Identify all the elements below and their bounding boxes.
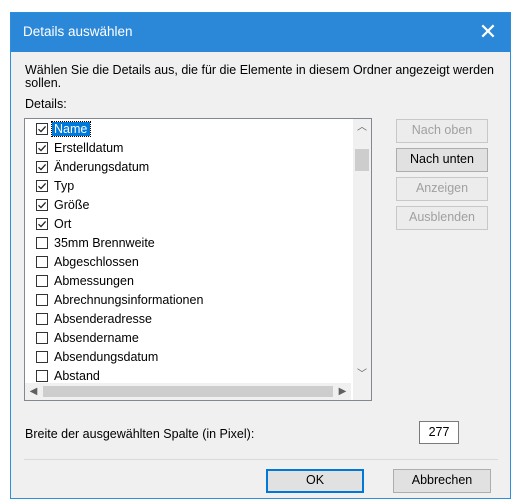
vertical-scrollbar[interactable]: ︿ ﹀ (353, 119, 371, 383)
details-list-item[interactable]: Abgeschlossen (25, 253, 351, 272)
details-listbox[interactable]: Name Erstelldatum Änderungsdatum Typ Größe Or… (24, 118, 372, 401)
move-down-button[interactable]: Nach unten (396, 148, 488, 172)
checkbox[interactable] (36, 313, 48, 325)
details-list-item[interactable]: Abstand (25, 367, 351, 383)
details-item-label: Größe (54, 198, 90, 212)
details-list: Name Erstelldatum Änderungsdatum Typ Größe Or… (25, 119, 351, 383)
horizontal-scrollbar[interactable]: ◀ ▶ (25, 383, 351, 400)
checkbox[interactable] (36, 123, 48, 135)
checkmark-icon (38, 220, 47, 228)
details-item-label: Typ (54, 179, 75, 193)
details-item-label: Ort (54, 217, 72, 231)
horizontal-scroll-thumb[interactable] (43, 386, 333, 397)
checkbox[interactable] (36, 237, 48, 249)
dialog-title: Details auswählen (23, 24, 133, 39)
details-item-label: Abgeschlossen (54, 255, 139, 269)
checkbox[interactable] (36, 275, 48, 287)
details-list-item[interactable]: Größe (25, 196, 351, 215)
description-text: Wählen Sie die Details aus, die für die … (25, 63, 495, 90)
checkbox[interactable] (36, 370, 48, 382)
ok-button[interactable]: OK (266, 469, 364, 493)
details-item-label: Abrechnungsinformationen (54, 293, 204, 307)
chevron-right-icon[interactable]: ▶ (334, 383, 351, 400)
details-list-item[interactable]: Abrechnungsinformationen (25, 291, 351, 310)
show-button[interactable]: Anzeigen (396, 177, 488, 201)
checkbox[interactable] (36, 218, 48, 230)
chevron-left-icon[interactable]: ◀ (25, 383, 42, 400)
details-item-label: Absenderadresse (54, 312, 152, 326)
details-item-label: Name (50, 121, 92, 137)
details-list-item[interactable]: Änderungsdatum (25, 158, 351, 177)
close-icon[interactable]: ✕ (466, 13, 510, 52)
hide-button[interactable]: Ausblenden (396, 206, 488, 230)
cancel-button[interactable]: Abbrechen (393, 469, 491, 493)
details-list-item[interactable]: Erstelldatum (25, 139, 351, 158)
details-list-item[interactable]: Typ (25, 177, 351, 196)
details-item-label: 35mm Brennweite (54, 236, 155, 250)
checkbox[interactable] (36, 142, 48, 154)
details-label: Details: (25, 97, 67, 111)
details-item-label: Abstand (54, 369, 100, 383)
chevron-down-icon[interactable]: ﹀ (353, 366, 371, 383)
checkmark-icon (38, 182, 47, 190)
chevron-up-icon[interactable]: ︿ (353, 119, 371, 136)
checkmark-icon (38, 144, 47, 152)
checkmark-icon (38, 163, 47, 171)
details-list-item[interactable]: 35mm Brennweite (25, 234, 351, 253)
scrollbar-corner (353, 383, 371, 400)
details-item-label: Absendungsdatum (54, 350, 159, 364)
details-list-item[interactable]: Abmessungen (25, 272, 351, 291)
details-list-item[interactable]: Absenderadresse (25, 310, 351, 329)
checkmark-icon (38, 201, 47, 209)
vertical-scroll-thumb[interactable] (355, 149, 369, 171)
checkbox[interactable] (36, 351, 48, 363)
details-list-item[interactable]: Absendername (25, 329, 351, 348)
details-item-label: Erstelldatum (54, 141, 124, 155)
separator (24, 459, 498, 460)
checkmark-icon (38, 125, 47, 133)
checkbox[interactable] (36, 161, 48, 173)
checkbox[interactable] (36, 199, 48, 211)
checkbox[interactable] (36, 180, 48, 192)
details-item-label: Absendername (54, 331, 139, 345)
details-item-label: Abmessungen (54, 274, 134, 288)
title-bar: Details auswählen ✕ (11, 13, 510, 52)
checkbox[interactable] (36, 294, 48, 306)
column-width-input[interactable]: 277 (419, 421, 459, 444)
details-item-label: Änderungsdatum (54, 160, 150, 174)
column-width-label: Breite der ausgewählten Spalte (in Pixel… (25, 427, 255, 441)
details-dialog: Details auswählen ✕ Wählen Sie die Detai… (10, 12, 511, 499)
details-list-item[interactable]: Ort (25, 215, 351, 234)
move-up-button[interactable]: Nach oben (396, 119, 488, 143)
checkbox[interactable] (36, 332, 48, 344)
details-list-item[interactable]: Name (25, 120, 351, 139)
checkbox[interactable] (36, 256, 48, 268)
details-list-item[interactable]: Absendungsdatum (25, 348, 351, 367)
